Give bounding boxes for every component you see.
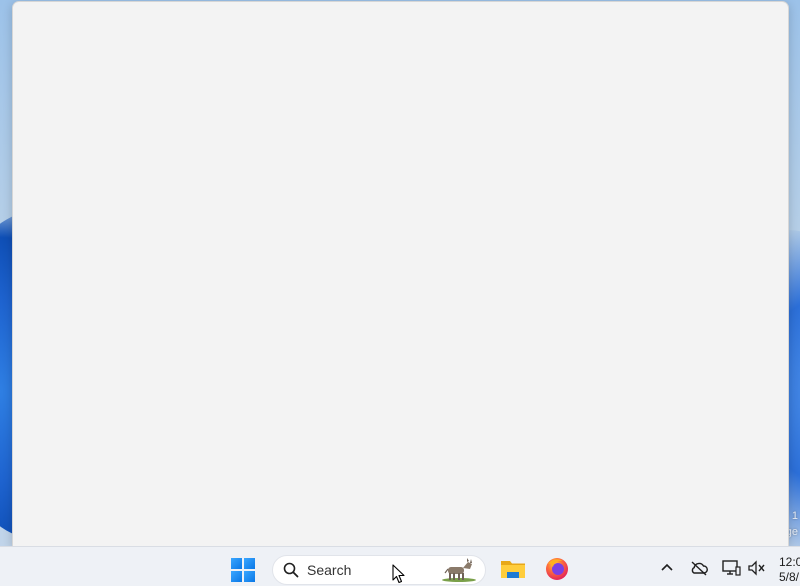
blank-app-window[interactable] — [12, 1, 789, 548]
taskbar-search-box[interactable]: Search — [272, 555, 486, 585]
taskbar-clock[interactable]: 12:0 5/8/ — [779, 555, 800, 585]
firefox-button[interactable] — [543, 555, 571, 583]
taskbar: Search 12:0 5/8/ — [0, 546, 800, 586]
start-button[interactable] — [231, 558, 255, 582]
firefox-icon — [546, 558, 568, 580]
onedrive-cloud-off-icon[interactable] — [689, 559, 709, 577]
chevron-up-icon[interactable] — [657, 559, 677, 577]
clock-time: 12:0 — [779, 555, 800, 569]
file-explorer-button[interactable] — [499, 555, 527, 583]
donkey-icon — [442, 558, 476, 582]
desktop: 1 ge Search 12:0 5/8/ — [0, 0, 800, 586]
search-icon — [283, 562, 299, 578]
clock-date: 5/8/ — [779, 570, 800, 584]
speaker-muted-icon[interactable] — [747, 559, 767, 577]
search-label: Search — [307, 562, 352, 578]
display-icon[interactable] — [721, 559, 741, 577]
folder-icon — [501, 561, 525, 578]
windows-start-icon — [231, 558, 255, 582]
